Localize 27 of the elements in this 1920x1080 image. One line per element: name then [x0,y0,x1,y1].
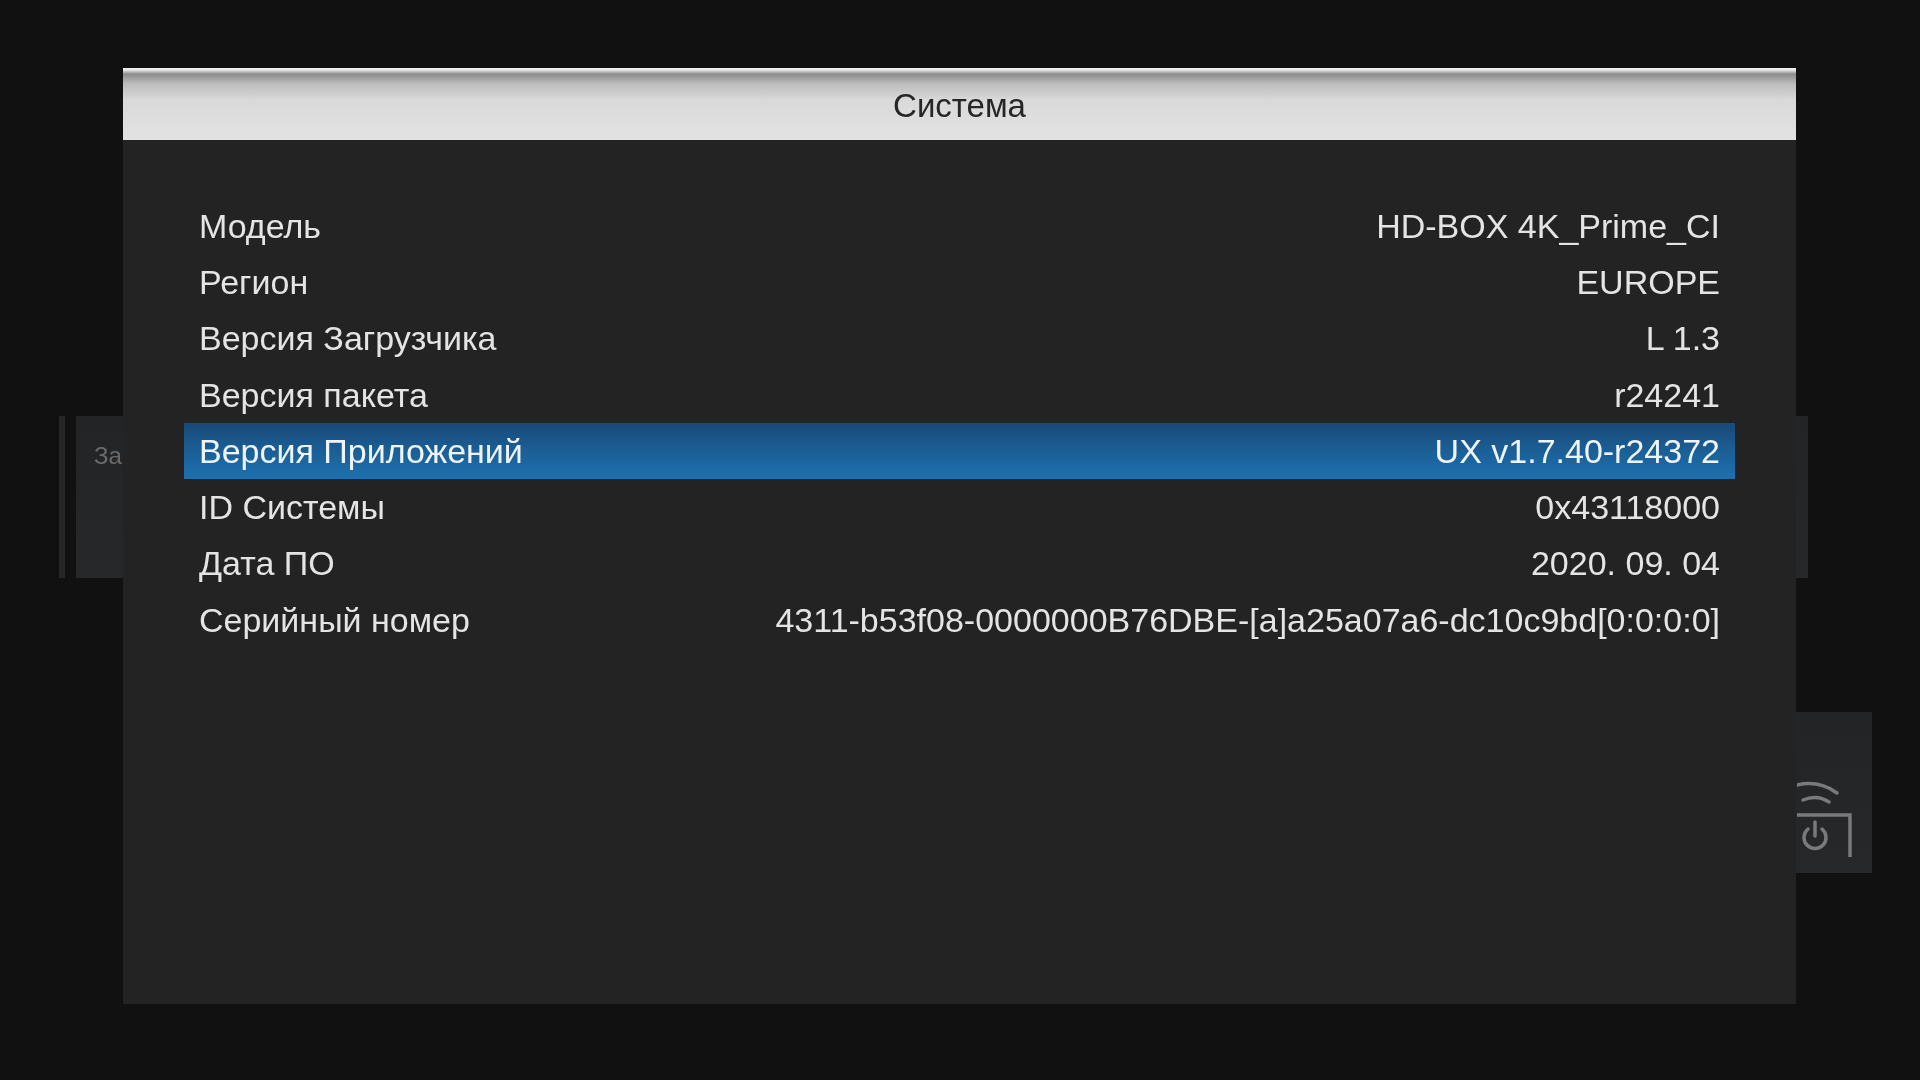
info-row[interactable]: Регион EUROPE [184,254,1735,311]
row-value: L 1.3 [1645,319,1720,359]
row-value: HD-BOX 4K_Prime_CI [1376,206,1720,246]
info-row[interactable]: Версия пакета r24241 [184,366,1735,424]
row-value: 0x43118000 [1535,488,1720,528]
info-row[interactable]: Версия Приложений UX v1.7.40-r24372 [184,423,1735,480]
row-label: Версия Загрузчика [199,319,497,359]
info-row[interactable]: Версия Загрузчика L 1.3 [184,310,1735,367]
info-row[interactable]: Дата ПО 2020. 09. 04 [184,535,1735,593]
row-value: 2020. 09. 04 [1530,544,1720,584]
row-label: Регион [199,262,309,302]
row-label: Дата ПО [199,544,335,584]
row-label: Модель [199,206,322,246]
row-label: Версия Приложений [199,431,523,471]
row-label: Версия пакета [199,375,428,415]
row-value: r24241 [1614,375,1720,415]
row-label: Серийный номер [199,600,470,640]
row-value: UX v1.7.40-r24372 [1434,431,1720,471]
row-value: 4311-b53f08-0000000B76DBE-[a]a25a07a6-dc10c9bd[0:0:0:0] [775,600,1720,640]
row-value: EUROPE [1576,262,1720,302]
info-row[interactable]: Серийный номер 4311-b53f08-0000000B76DBE-[a]a25a07a6-dc10c9bd[0:0:0:0] [184,592,1735,649]
info-row[interactable]: ID Системы 0x43118000 [184,479,1735,536]
dialog-title: Система [893,86,1026,125]
wifi-power-icon [1797,780,1853,860]
info-row[interactable]: Модель HD-BOX 4K_Prime_CI [184,198,1735,255]
menu-item-text: За [94,442,122,470]
row-label: ID Системы [199,488,385,528]
